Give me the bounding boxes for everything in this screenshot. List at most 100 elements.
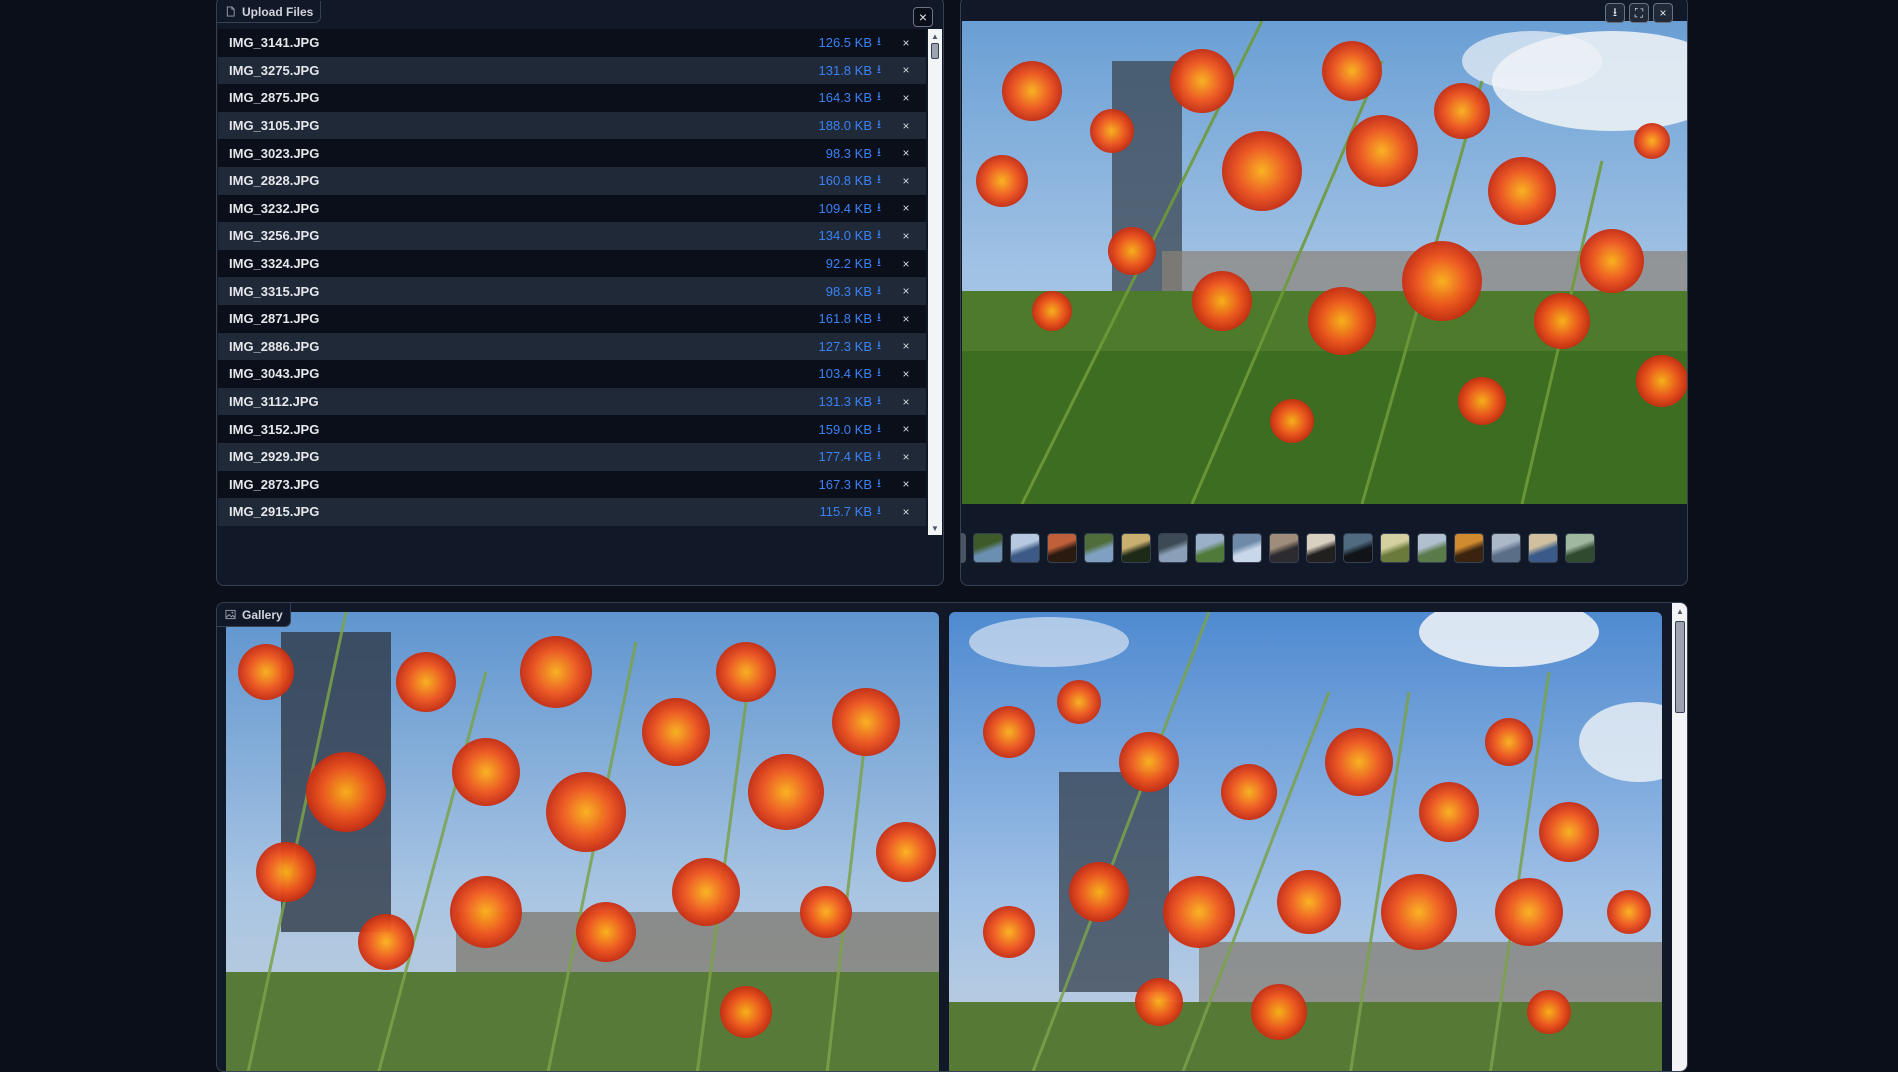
file-size-download-link[interactable]: 134.0 KB xyxy=(792,228,873,243)
remove-file-button[interactable]: × xyxy=(886,505,926,519)
thumbnail[interactable] xyxy=(1047,533,1077,563)
thumbnail[interactable] xyxy=(1232,533,1262,563)
file-size-download-link[interactable]: 115.7 KB xyxy=(792,504,872,519)
file-size-download-link[interactable]: 127.3 KB xyxy=(792,339,873,354)
gallery-scrollbar-thumb[interactable] xyxy=(1675,621,1685,713)
file-row: IMG_2929.JPG 177.4 KB ⭳ × xyxy=(218,442,926,471)
remove-file-button[interactable]: × xyxy=(886,146,926,160)
download-icon[interactable]: ⭳ xyxy=(872,32,886,53)
image-preview-panel: ⭳ ⛶ × xyxy=(960,0,1688,586)
thumbnail[interactable] xyxy=(1010,533,1040,563)
scroll-down-arrow-icon[interactable]: ▼ xyxy=(928,521,942,535)
scroll-up-arrow-icon[interactable]: ▲ xyxy=(1672,603,1687,619)
thumbnail[interactable] xyxy=(1380,533,1410,563)
download-icon[interactable]: ⭳ xyxy=(872,363,886,384)
remove-file-button[interactable]: × xyxy=(886,477,926,491)
file-name: IMG_2915.JPG xyxy=(229,504,320,520)
gallery-panel: Gallery ▲ xyxy=(216,602,1688,1072)
fullscreen-icon[interactable]: ⛶ xyxy=(1629,3,1649,23)
thumbnail[interactable] xyxy=(1269,533,1299,563)
file-size-download-link[interactable]: 103.4 KB xyxy=(792,366,873,381)
file-name: IMG_2886.JPG xyxy=(229,338,320,354)
thumbnail[interactable] xyxy=(1343,533,1373,563)
remove-file-button[interactable]: × xyxy=(886,257,926,271)
download-icon[interactable]: ⭳ xyxy=(872,281,886,302)
thumbnail[interactable] xyxy=(1565,533,1595,563)
remove-file-button[interactable]: × xyxy=(886,174,926,188)
file-size-download-link[interactable]: 188.0 KB xyxy=(792,118,873,133)
file-list-scrollbar[interactable]: ▲ ▼ xyxy=(928,29,942,535)
file-size-download-link[interactable]: 98.3 KB xyxy=(792,146,872,161)
file-size-download-link[interactable]: 167.3 KB xyxy=(792,477,873,492)
file-size-download-link[interactable]: 92.2 KB xyxy=(792,256,872,271)
thumbnail[interactable] xyxy=(1528,533,1558,563)
scroll-up-arrow-icon[interactable]: ▲ xyxy=(928,29,942,43)
download-icon[interactable]: ⭳ xyxy=(872,419,886,440)
download-icon[interactable]: ⭳ xyxy=(1605,3,1625,23)
file-name: IMG_3315.JPG xyxy=(229,283,320,299)
file-row: IMG_2873.JPG 167.3 KB ⭳ × xyxy=(218,470,926,499)
preview-topbar xyxy=(961,0,1687,21)
download-icon[interactable]: ⭳ xyxy=(872,198,886,219)
download-icon[interactable]: ⭳ xyxy=(872,253,886,274)
file-size-download-link[interactable]: 109.4 KB xyxy=(792,201,873,216)
clear-upload-button[interactable]: × xyxy=(913,7,933,27)
remove-file-button[interactable]: × xyxy=(886,312,926,326)
file-size-download-link[interactable]: 164.3 KB xyxy=(792,90,873,105)
remove-file-button[interactable]: × xyxy=(886,395,926,409)
download-icon[interactable]: ⭳ xyxy=(872,87,886,108)
preview-image[interactable] xyxy=(962,21,1687,504)
thumbnail[interactable] xyxy=(1454,533,1484,563)
remove-file-button[interactable]: × xyxy=(886,284,926,298)
download-icon[interactable]: ⭳ xyxy=(872,60,886,81)
file-size-download-link[interactable]: 126.5 KB xyxy=(792,35,873,50)
scrollbar-thumb[interactable] xyxy=(931,43,939,59)
file-size-download-link[interactable]: 131.8 KB xyxy=(792,63,873,78)
file-size-download-link[interactable]: 159.0 KB xyxy=(792,422,873,437)
download-icon[interactable]: ⭳ xyxy=(872,501,886,522)
thumbnail[interactable] xyxy=(1491,533,1521,563)
remove-file-button[interactable]: × xyxy=(886,119,926,133)
remove-file-button[interactable]: × xyxy=(886,91,926,105)
remove-file-button[interactable]: × xyxy=(886,367,926,381)
thumbnail-partial[interactable] xyxy=(961,533,966,563)
file-size-download-link[interactable]: 177.4 KB xyxy=(792,449,873,464)
file-name: IMG_2873.JPG xyxy=(229,476,320,492)
download-icon[interactable]: ⭳ xyxy=(872,474,886,495)
file-row: IMG_3105.JPG 188.0 KB ⭳ × xyxy=(218,111,926,140)
download-icon[interactable]: ⭳ xyxy=(872,143,886,164)
download-icon[interactable]: ⭳ xyxy=(872,446,886,467)
file-size-download-link[interactable]: 161.8 KB xyxy=(792,311,873,326)
remove-file-button[interactable]: × xyxy=(886,201,926,215)
thumbnail[interactable] xyxy=(1195,533,1225,563)
download-icon[interactable]: ⭳ xyxy=(872,225,886,246)
remove-file-button[interactable]: × xyxy=(886,36,926,50)
file-name: IMG_3275.JPG xyxy=(229,62,320,78)
thumbnail[interactable] xyxy=(1306,533,1336,563)
gallery-image-1[interactable] xyxy=(226,612,939,1071)
download-icon[interactable]: ⭳ xyxy=(872,336,886,357)
remove-file-button[interactable]: × xyxy=(886,450,926,464)
remove-file-button[interactable]: × xyxy=(886,63,926,77)
download-icon[interactable]: ⭳ xyxy=(872,391,886,412)
file-size-download-link[interactable]: 98.3 KB xyxy=(792,284,872,299)
file-name: IMG_3105.JPG xyxy=(229,118,320,134)
thumbnail[interactable] xyxy=(1158,533,1188,563)
remove-file-button[interactable]: × xyxy=(886,229,926,243)
download-icon[interactable]: ⭳ xyxy=(872,170,886,191)
thumbnail[interactable] xyxy=(973,533,1003,563)
close-icon[interactable]: × xyxy=(1653,3,1673,23)
gallery-image-2[interactable] xyxy=(949,612,1662,1071)
file-row: IMG_3023.JPG 98.3 KB ⭳ × xyxy=(218,139,926,167)
gallery-scrollbar[interactable]: ▲ xyxy=(1672,603,1687,1071)
remove-file-button[interactable]: × xyxy=(886,339,926,353)
download-icon[interactable]: ⭳ xyxy=(872,115,886,136)
thumbnail[interactable] xyxy=(1417,533,1447,563)
file-name: IMG_3023.JPG xyxy=(229,145,320,161)
file-size-download-link[interactable]: 131.3 KB xyxy=(792,394,873,409)
thumbnail[interactable] xyxy=(1121,533,1151,563)
remove-file-button[interactable]: × xyxy=(886,422,926,436)
file-size-download-link[interactable]: 160.8 KB xyxy=(792,173,873,188)
thumbnail[interactable] xyxy=(1084,533,1114,563)
download-icon[interactable]: ⭳ xyxy=(872,308,886,329)
